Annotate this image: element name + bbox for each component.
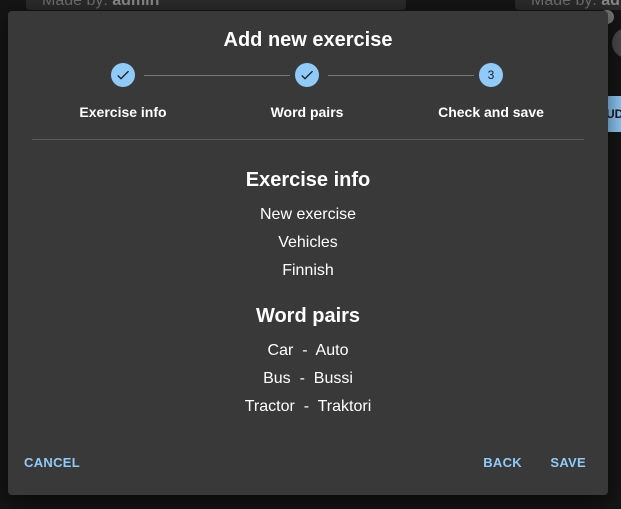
background-made-by: Made by: admin <box>42 0 160 9</box>
dialog-divider <box>32 139 584 140</box>
step-number-indicator: 3 <box>479 63 503 87</box>
word-pair: Bus - Bussi <box>8 365 608 393</box>
step-completed-indicator <box>295 63 319 87</box>
pair-word: Tractor <box>244 398 295 415</box>
save-button[interactable]: SAVE <box>550 455 586 470</box>
dialog-actions: CANCEL BACK SAVE <box>24 455 594 475</box>
word-pairs-heading: Word pairs <box>255 305 361 327</box>
step-label: Word pairs <box>270 104 344 120</box>
pair-translation: Traktori <box>317 398 372 415</box>
background-made-by: Made by: adr <box>531 0 621 9</box>
exercise-topic: Vehicles <box>278 234 338 251</box>
add-exercise-dialog: Add new exercise Exercise info Word pair… <box>8 11 608 495</box>
word-pair: Tractor - Traktori <box>8 393 608 421</box>
pair-translation: Bussi <box>313 370 353 387</box>
cancel-button[interactable]: CANCEL <box>24 455 80 470</box>
exercise-info-heading: Exercise info <box>245 169 371 191</box>
step-check-and-save: 3 Check and save <box>411 63 571 120</box>
review-summary: Exercise info New exercise Vehicles Finn… <box>8 167 608 421</box>
background-avatar <box>612 28 621 58</box>
exercise-language: Finnish <box>282 262 334 279</box>
step-completed-indicator <box>111 63 135 87</box>
step-label: Exercise info <box>79 104 167 120</box>
back-button[interactable]: BACK <box>483 455 522 470</box>
pair-separator: - <box>303 398 310 415</box>
dialog-title: Add new exercise <box>223 29 393 51</box>
step-exercise-info: Exercise info <box>43 63 203 120</box>
step-word-pairs: Word pairs <box>227 63 387 120</box>
pair-separator: - <box>302 342 308 359</box>
check-icon <box>301 70 313 80</box>
check-icon <box>117 70 129 80</box>
step-label: Check and save <box>438 104 544 120</box>
pair-word: Car <box>267 342 294 359</box>
exercise-name: New exercise <box>259 206 357 223</box>
background-button: UD <box>606 96 621 132</box>
word-pair: Car - Auto <box>8 337 608 365</box>
pair-word: Bus <box>263 370 291 387</box>
pair-translation: Auto <box>315 342 349 359</box>
pair-separator: - <box>299 370 305 387</box>
